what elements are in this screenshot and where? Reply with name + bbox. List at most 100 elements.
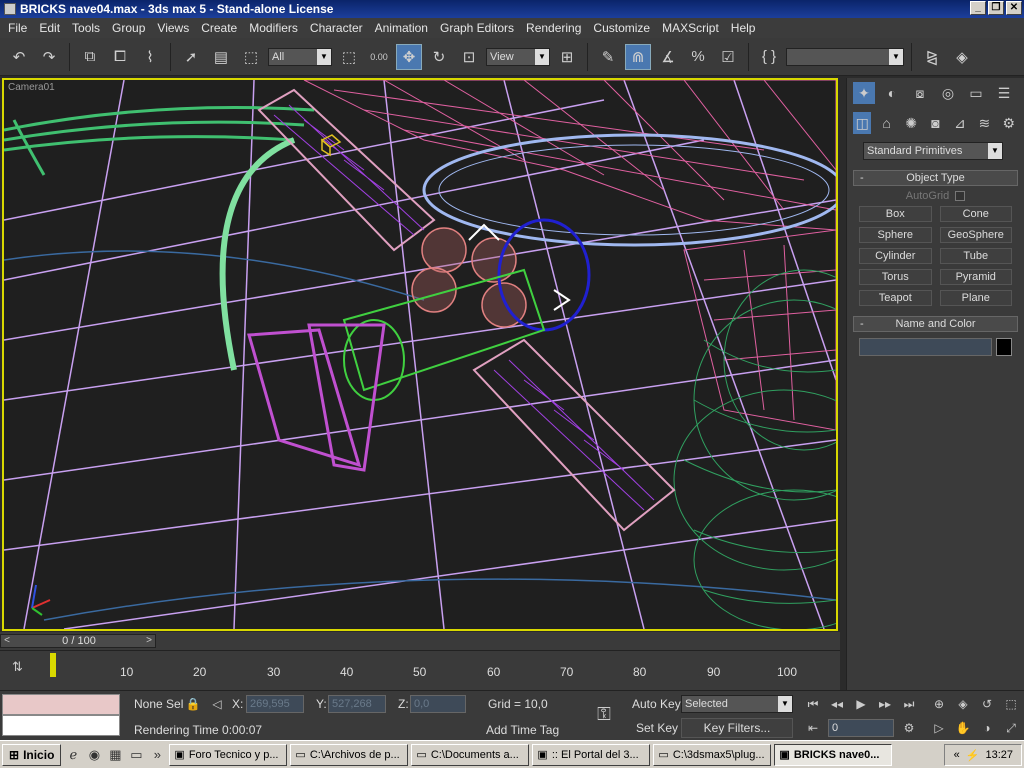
object-type-header[interactable]: - Object Type [853, 170, 1018, 186]
task-documents[interactable]: ▭ C:\Documents a... [411, 743, 530, 766]
desktop-icon[interactable]: ▦ [106, 746, 124, 764]
orbit-icon[interactable]: ↺ [978, 695, 996, 713]
folder-icon[interactable]: ▭ [127, 746, 145, 764]
select-manipulate-icon[interactable]: ✎ [595, 44, 621, 70]
unlink-icon[interactable]: ⧠ [107, 44, 133, 70]
mirror-icon[interactable]: ⧎ [919, 44, 945, 70]
key-mode-dropdown[interactable]: Selected ▼ [681, 695, 793, 713]
pivot-center-icon[interactable]: ⊞ [554, 44, 580, 70]
space-warps-icon[interactable]: ≋ [975, 112, 993, 134]
align-icon[interactable]: ◈ [949, 44, 975, 70]
select-link-icon[interactable]: ⧉ [77, 44, 103, 70]
current-frame-field[interactable]: 0 [828, 719, 894, 737]
task-el-portal[interactable]: ▣:: El Portal del 3... [532, 743, 651, 766]
geometry-icon[interactable]: ◫ [853, 112, 872, 134]
browser-icon[interactable]: ◉ [85, 746, 103, 764]
menu-character[interactable]: Character [304, 21, 369, 35]
create-tab-icon[interactable]: ✦ [853, 82, 875, 104]
field-of-view-icon[interactable]: ▷ [930, 719, 948, 737]
torus-button[interactable]: Torus [859, 269, 932, 285]
angle-snap-icon[interactable]: ∡ [655, 44, 681, 70]
tray-expand-icon[interactable]: « [954, 749, 960, 761]
menu-maxscript[interactable]: MAXScript [656, 21, 725, 35]
display-tab-icon[interactable]: ▭ [965, 82, 987, 104]
maximize-button[interactable]: ❐ [988, 1, 1004, 15]
track-bar[interactable]: ⇅ 10 20 30 40 50 60 70 80 90 100 [0, 650, 840, 690]
task-bricks-nave[interactable]: ▣ BRICKS nave0... [774, 743, 893, 766]
internet-explorer-icon[interactable]: ℯ [64, 746, 82, 764]
modify-tab-icon[interactable]: ◐ [881, 82, 903, 104]
move-icon[interactable]: ✥ [396, 43, 422, 70]
cone-button[interactable]: Cone [939, 206, 1012, 222]
plane-button[interactable]: Plane [939, 290, 1012, 306]
camera-viewport[interactable]: Camera01 [2, 78, 838, 631]
lights-icon[interactable]: ✺ [902, 112, 920, 134]
previous-frame-icon[interactable]: ◂◂ [828, 695, 846, 713]
rotate-icon[interactable]: ↻ [426, 44, 452, 70]
cylinder-button[interactable]: Cylinder [859, 248, 932, 264]
scale-icon[interactable]: ⊡ [456, 44, 482, 70]
go-to-start-icon[interactable]: ⏮ [804, 695, 822, 713]
arc-rotate-icon[interactable]: ◑ [978, 719, 996, 737]
set-key-icon[interactable]: ⚿ [590, 705, 618, 723]
zoom-icon[interactable]: ⊕ [930, 695, 948, 713]
utilities-tab-icon[interactable]: ☰ [993, 82, 1015, 104]
add-time-tag-button[interactable]: Add Time Tag [486, 723, 559, 737]
name-color-header[interactable]: - Name and Color [853, 316, 1018, 332]
task-foro-tecnico[interactable]: ▣ Foro Tecnico y p... [169, 743, 288, 766]
primitive-category-dropdown[interactable]: Standard Primitives ▼ [863, 142, 1003, 160]
cameras-icon[interactable]: ◙ [926, 112, 944, 134]
task-3dsmax-plugins[interactable]: ▭ C:\3dsmax5\plug... [653, 743, 772, 766]
box-button[interactable]: Box [859, 206, 932, 222]
pyramid-button[interactable]: Pyramid [939, 269, 1012, 285]
redo-icon[interactable]: ↷ [36, 44, 62, 70]
tube-button[interactable]: Tube [939, 248, 1012, 264]
named-selection-dropdown[interactable]: ▼ [786, 47, 904, 66]
geosphere-button[interactable]: GeoSphere [939, 227, 1012, 243]
maxscript-listener[interactable] [2, 694, 120, 738]
helpers-icon[interactable]: ⊿ [951, 112, 969, 134]
object-color-swatch[interactable] [996, 338, 1012, 356]
minimize-button[interactable]: _ [970, 1, 986, 15]
start-button[interactable]: ⊞ Inicio [2, 743, 62, 766]
snaps-toggle-icon[interactable]: ⋒ [625, 43, 651, 70]
undo-icon[interactable]: ↶ [6, 44, 32, 70]
listener-output[interactable] [2, 694, 120, 715]
menu-rendering[interactable]: Rendering [520, 21, 587, 35]
go-to-end-icon[interactable]: ⏭ [900, 695, 918, 713]
menu-animation[interactable]: Animation [369, 21, 434, 35]
percent-snap-icon[interactable]: % [685, 44, 711, 70]
y-coordinate-field[interactable]: 527,268 [328, 695, 386, 713]
menu-views[interactable]: Views [151, 21, 195, 35]
pan-icon[interactable]: ✋ [954, 719, 972, 737]
lock-selection-icon[interactable]: 🔒 [184, 695, 202, 713]
spinner-snap-icon[interactable]: 0.00 [366, 44, 392, 70]
motion-tab-icon[interactable]: ◎ [937, 82, 959, 104]
sphere-button[interactable]: Sphere [859, 227, 932, 243]
absolute-mode-icon[interactable]: ◁ [208, 695, 226, 713]
time-configuration-icon[interactable]: ⚙ [900, 719, 918, 737]
x-coordinate-field[interactable]: 269,595 [246, 695, 304, 713]
set-key-button[interactable]: Set Key [636, 721, 678, 735]
systems-icon[interactable]: ⚙ [1000, 112, 1018, 134]
shapes-icon[interactable]: ⌂ [877, 112, 895, 134]
menu-edit[interactable]: Edit [33, 21, 66, 35]
object-name-field[interactable] [859, 338, 992, 356]
menu-tools[interactable]: Tools [66, 21, 106, 35]
selection-region-icon[interactable]: ⬚ [238, 44, 264, 70]
menu-graph-editors[interactable]: Graph Editors [434, 21, 520, 35]
task-archivos[interactable]: ▭ C:\Archivos de p... [290, 743, 409, 766]
menu-customize[interactable]: Customize [587, 21, 656, 35]
menu-modifiers[interactable]: Modifiers [243, 21, 304, 35]
bind-space-warp-icon[interactable]: ⌇ [137, 44, 163, 70]
autogrid-checkbox[interactable] [955, 191, 966, 201]
z-coordinate-field[interactable]: 0,0 [410, 695, 466, 713]
zoom-extents-icon[interactable]: ⬚ [1002, 695, 1020, 713]
close-button[interactable]: ✕ [1006, 1, 1022, 15]
auto-key-button[interactable]: Auto Key [632, 697, 681, 711]
open-mini-curve-editor-icon[interactable]: ⇅ [12, 659, 28, 675]
hierarchy-tab-icon[interactable]: ⧇ [909, 82, 931, 104]
spinner-snap-toggle-icon[interactable]: ☑ [715, 44, 741, 70]
prev-frame-arrow[interactable]: < [1, 635, 13, 647]
menu-file[interactable]: File [2, 21, 33, 35]
